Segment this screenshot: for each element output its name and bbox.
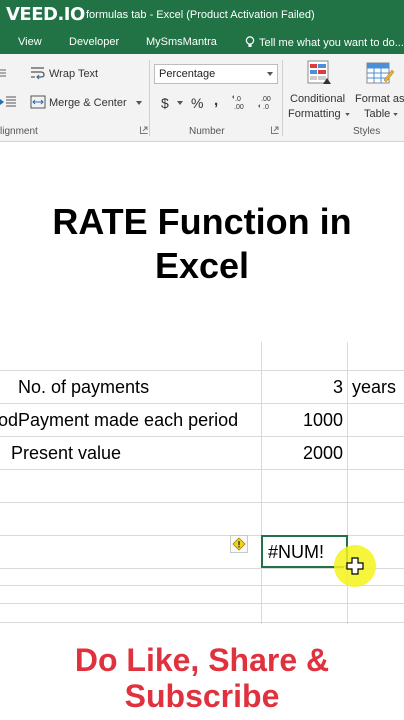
row-divider [0,469,404,470]
format-table-chevron-down-icon[interactable] [393,113,398,116]
format-as-table-button[interactable]: Format as [355,93,404,105]
merge-center-icon [30,95,46,109]
svg-text:.00: .00 [261,96,271,103]
number-format-chevron-down-icon [267,72,273,76]
accounting-chevron-down-icon[interactable] [177,101,183,105]
cell-value-present-value[interactable]: 2000 [264,443,343,464]
number-group-label: Number [189,126,225,137]
overlay-title-line1: RATE Function in [52,201,352,242]
cell-clipped-label[interactable]: od [0,410,18,431]
tell-me-search[interactable]: Tell me what you want to do... [245,36,404,49]
cell-value-payments[interactable]: 3 [264,377,343,398]
merge-center-button[interactable]: Merge & Center [49,97,127,109]
increase-indent-icon[interactable] [0,96,16,108]
cta-line1: Do Like, Share & [74,642,330,678]
title-bar: VEED.IO formulas tab - Excel (Product Ac… [0,0,404,32]
error-warning-tag[interactable] [230,535,248,553]
number-format-value: Percentage [159,68,216,80]
row-divider [0,436,404,437]
bottom-overlay-panel: Do Like, Share & Subscribe [0,624,404,720]
percent-style-button[interactable]: % [191,95,203,111]
warning-diamond-icon [232,537,246,551]
decrease-decimal-icon[interactable]: .00 .0 [258,94,276,110]
cell-label-payment-per-period[interactable]: Payment made each period [18,410,238,431]
svg-text:.00: .00 [234,104,244,110]
number-dialog-launcher-icon[interactable] [271,126,279,134]
comma-style-button[interactable]: , [214,92,218,109]
ribbon-separator [282,60,283,136]
column-divider [261,342,262,624]
number-format-dropdown[interactable]: Percentage [154,64,278,84]
cell-label-payments[interactable]: No. of payments [18,377,149,398]
window-title: formulas tab - Excel (Product Activation… [86,9,315,21]
row-divider [0,622,404,623]
styles-group-label: Styles [353,126,381,137]
alignment-group-label: lignment [0,126,38,137]
cta-line2: Subscribe [124,678,280,714]
row-divider [0,370,404,371]
conditional-chevron-down-icon[interactable] [345,113,350,116]
cell-value-payment-per-period[interactable]: 1000 [264,410,343,431]
increase-decimal-icon[interactable]: .0 .00 [232,94,250,110]
cell-select-cursor-icon [346,557,364,575]
video-overlay-title: RATE Function in Excel [0,200,404,288]
row-divider [0,585,404,586]
wrap-text-button[interactable]: Wrap Text [49,68,98,80]
tab-view[interactable]: View [18,36,42,48]
overlay-title-line2: Excel [154,245,250,286]
svg-text:.0: .0 [235,96,241,103]
indent-icon[interactable] [0,68,6,78]
svg-text:.0: .0 [263,104,269,110]
tell-me-text: Tell me what you want to do... [259,37,404,49]
ribbon-tabs: View Developer MySmsMantra Tell me what … [0,32,404,54]
rate-result-value: #NUM! [268,542,325,562]
merge-dropdown-chevron-down-icon[interactable] [136,101,142,105]
cell-label-present-value[interactable]: Present value [11,443,121,464]
ribbon: Wrap Text Merge & Center lignment Percen… [0,54,404,142]
conditional-formatting-icon [307,60,331,84]
ribbon-separator [149,60,150,136]
tab-mysmsmantra[interactable]: MySmsMantra [146,36,217,48]
format-as-table-label-line2[interactable]: Table [364,108,390,120]
wrap-text-icon [31,67,45,80]
lightbulb-icon [245,36,255,47]
tab-developer[interactable]: Developer [69,36,119,48]
conditional-formatting-button[interactable]: Conditional [290,93,345,105]
cell-unit-years[interactable]: years [352,377,396,398]
format-as-table-icon [366,62,394,84]
row-divider [0,603,404,604]
row-divider [0,403,404,404]
veed-watermark-logo: VEED.IO [6,4,85,25]
accounting-format-button[interactable]: $ [161,95,169,111]
row-divider [0,502,404,503]
conditional-formatting-label-line2[interactable]: Formatting [288,108,341,120]
alignment-dialog-launcher-icon[interactable] [140,126,148,134]
